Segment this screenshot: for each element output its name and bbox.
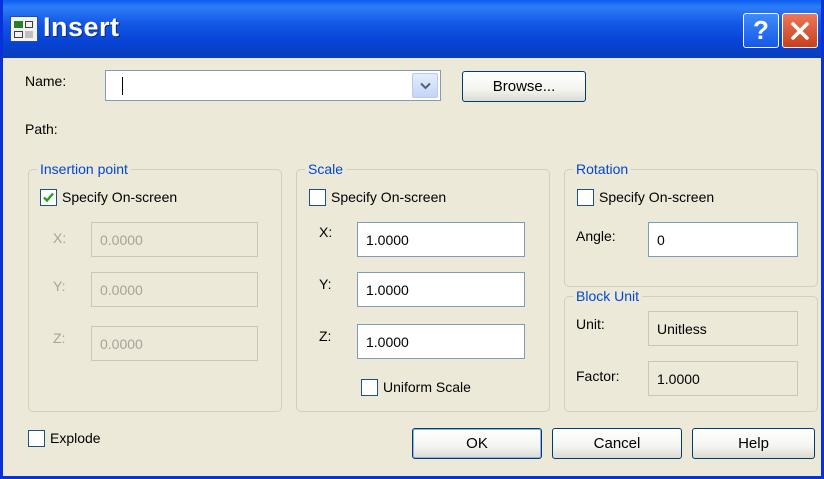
scale-legend: Scale [305, 160, 347, 178]
window-title: Insert [43, 12, 120, 42]
scale-z-field[interactable]: 1.0000 [357, 324, 525, 359]
insertion-x-field[interactable]: 0.0000 [91, 222, 258, 257]
factor-label: Factor: [576, 368, 620, 384]
insertion-x-label: X: [53, 230, 67, 246]
checkmark-icon [43, 192, 54, 203]
explode-checkbox[interactable] [28, 430, 45, 447]
insertion-point-legend: Insertion point [37, 160, 131, 178]
close-icon[interactable] [782, 13, 818, 48]
scale-specify-checkbox[interactable] [309, 189, 326, 206]
factor-field: 1.0000 [648, 361, 798, 396]
scale-y-field[interactable]: 1.0000 [357, 272, 525, 307]
scale-y-label: Y: [319, 276, 332, 292]
ok-button[interactable]: OK [412, 428, 542, 459]
help-button[interactable]: Help [692, 428, 815, 459]
explode-label: Explode [50, 430, 101, 446]
scale-x-field[interactable]: 1.0000 [357, 222, 525, 257]
angle-field[interactable]: 0 [648, 222, 798, 257]
name-label: Name: [25, 73, 67, 89]
help-icon[interactable]: ? [743, 13, 779, 48]
rotation-specify-checkbox[interactable] [577, 189, 594, 206]
insert-block-icon [10, 16, 38, 42]
scale-x-label: X: [319, 224, 333, 240]
angle-label: Angle: [576, 228, 616, 244]
insert-dialog: Insert ? Name: Browse... Path: Insertion… [0, 0, 824, 479]
insertion-specify-checkbox[interactable] [40, 189, 57, 206]
insertion-y-field[interactable]: 0.0000 [91, 272, 258, 307]
rotation-legend: Rotation [573, 160, 632, 178]
uniform-scale-checkbox[interactable] [361, 379, 378, 396]
block-unit-legend: Block Unit [573, 287, 643, 305]
insertion-z-field[interactable]: 0.0000 [91, 326, 258, 361]
insertion-z-label: Z: [53, 330, 66, 346]
chevron-down-icon[interactable] [412, 73, 438, 98]
scale-z-label: Z: [319, 328, 332, 344]
unit-label: Unit: [576, 316, 605, 332]
unit-field: Unitless [648, 311, 798, 346]
title-bar[interactable]: Insert ? [3, 0, 821, 58]
insertion-specify-label: Specify On-screen [62, 189, 178, 205]
rotation-specify-label: Specify On-screen [599, 189, 715, 205]
insertion-y-label: Y: [53, 278, 66, 294]
scale-specify-label: Specify On-screen [331, 189, 447, 205]
text-cursor [122, 77, 123, 95]
browse-button[interactable]: Browse... [462, 71, 586, 102]
path-label: Path: [25, 121, 58, 137]
cancel-button[interactable]: Cancel [552, 428, 682, 459]
name-combobox[interactable] [105, 70, 441, 101]
uniform-scale-label: Uniform Scale [383, 379, 471, 395]
